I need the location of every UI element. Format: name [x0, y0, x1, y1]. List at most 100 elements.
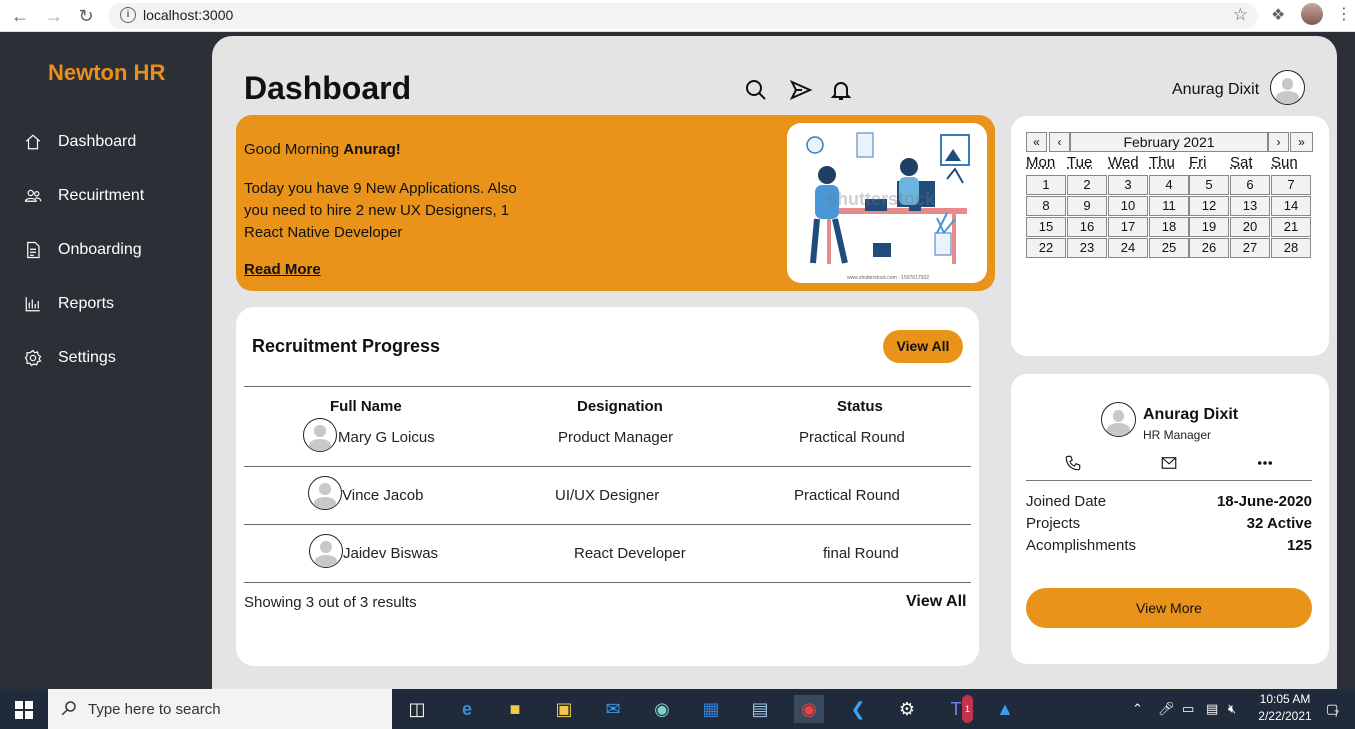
- calendar-day[interactable]: 5: [1189, 175, 1229, 195]
- taskbar-search[interactable]: Type here to search: [48, 689, 392, 729]
- calendar-day[interactable]: 27: [1230, 238, 1270, 258]
- network-icon[interactable]: ▤: [1206, 701, 1218, 717]
- camera-app-icon[interactable]: ◉: [647, 695, 677, 723]
- avatar-body: [1106, 423, 1131, 436]
- calendar-day[interactable]: 22: [1026, 238, 1066, 258]
- calendar-day[interactable]: 18: [1149, 217, 1189, 237]
- view-all-button[interactable]: View All: [883, 330, 963, 363]
- calendar-day[interactable]: 25: [1149, 238, 1189, 258]
- phone-icon[interactable]: [1064, 454, 1084, 474]
- mail-icon[interactable]: [1160, 454, 1180, 474]
- calendar-day[interactable]: 7: [1271, 175, 1311, 195]
- calendar-day[interactable]: 4: [1149, 175, 1189, 195]
- projects-value: 32 Active: [1246, 515, 1312, 532]
- calendar-day[interactable]: 6: [1230, 175, 1270, 195]
- task-view-icon[interactable]: ◫: [402, 695, 432, 723]
- more-options-icon[interactable]: [1256, 454, 1276, 474]
- windows-start-icon[interactable]: [15, 701, 33, 719]
- image-caption: www.shutterstock.com · 1507617932: [847, 275, 929, 281]
- store-icon[interactable]: ▣: [549, 695, 579, 723]
- send-icon[interactable]: [789, 78, 813, 102]
- url-text[interactable]: localhost:3000: [143, 7, 233, 23]
- brand-logo-text[interactable]: Newton HR: [48, 60, 165, 86]
- row-full-name: Jaidev Biswas: [343, 545, 439, 562]
- calendar-day[interactable]: 8: [1026, 196, 1066, 216]
- browser-menu-icon[interactable]: ⋮: [1336, 4, 1352, 24]
- calendar-day[interactable]: 28: [1271, 238, 1311, 258]
- profile-card: Anurag Dixit HR Manager Joined Date 18-J…: [1011, 374, 1329, 664]
- weekday-label: Sat: [1230, 154, 1253, 171]
- profile-role: HR Manager: [1143, 428, 1212, 442]
- notifications-icon[interactable]: ▢ 7: [1326, 701, 1339, 719]
- settings-app-icon[interactable]: ⚙: [892, 695, 922, 723]
- browser-profile-avatar[interactable]: [1301, 3, 1323, 25]
- results-count: Showing 3 out of 3 results: [244, 594, 417, 611]
- joined-date-label: Joined Date: [1026, 493, 1107, 510]
- vscode-icon[interactable]: ❮: [843, 695, 873, 723]
- chrome-icon[interactable]: ◉: [794, 695, 824, 723]
- sidebar-item-reports[interactable]: Reports: [24, 289, 114, 319]
- avatar-body: [308, 438, 332, 451]
- sidebar-item-dashboard[interactable]: Dashboard: [24, 127, 136, 157]
- column-header-full-name: Full Name: [330, 398, 402, 415]
- calendar-day[interactable]: 16: [1067, 217, 1107, 237]
- battery-icon[interactable]: ▭: [1182, 701, 1194, 717]
- calendar-day[interactable]: 24: [1108, 238, 1148, 258]
- calendar-day[interactable]: 3: [1108, 175, 1148, 195]
- back-arrow-icon[interactable]: ←: [8, 4, 32, 28]
- address-bar[interactable]: i localhost:3000 ☆: [108, 3, 1258, 29]
- calendar-day[interactable]: 11: [1149, 196, 1189, 216]
- reload-icon[interactable]: ↻: [74, 4, 98, 28]
- calendar-day[interactable]: 1: [1026, 175, 1066, 195]
- view-more-button[interactable]: View More: [1026, 588, 1312, 628]
- taskbar-search-placeholder[interactable]: Type here to search: [88, 701, 221, 718]
- volume-muted-icon[interactable]: 🔇︎: [1228, 701, 1236, 717]
- calendar-day[interactable]: 2: [1067, 175, 1107, 195]
- calendar-day[interactable]: 15: [1026, 217, 1066, 237]
- search-icon[interactable]: [744, 78, 768, 102]
- read-more-link[interactable]: Read More: [244, 261, 321, 278]
- tray-chevron-icon[interactable]: ⌃: [1132, 701, 1143, 717]
- calendar-day[interactable]: 13: [1230, 196, 1270, 216]
- forward-arrow-icon[interactable]: →: [42, 4, 66, 28]
- sidebar-item-settings[interactable]: Settings: [24, 343, 116, 373]
- sidebar-item-onboarding[interactable]: Onboarding: [24, 235, 142, 265]
- calendar-day[interactable]: 14: [1271, 196, 1311, 216]
- microphone-icon[interactable]: 🎤︎: [1158, 701, 1175, 717]
- calendar-day[interactable]: 20: [1230, 217, 1270, 237]
- divider: [244, 386, 971, 387]
- photos-icon[interactable]: ▲: [990, 695, 1020, 723]
- avatar-head: [1281, 78, 1294, 90]
- sidebar-item-recruitment[interactable]: Recuirtment: [24, 181, 144, 211]
- next-year-button[interactable]: »: [1290, 132, 1313, 152]
- file-explorer-icon[interactable]: ■: [500, 695, 530, 723]
- next-month-button[interactable]: ›: [1268, 132, 1289, 152]
- prev-month-button[interactable]: ‹: [1049, 132, 1070, 152]
- calendar-month-label[interactable]: February 2021: [1070, 132, 1268, 152]
- header-user-name[interactable]: Anurag Dixit: [1172, 81, 1259, 99]
- prev-year-button[interactable]: «: [1026, 132, 1047, 152]
- system-clock[interactable]: 10:05 AM 2/22/2021: [1254, 691, 1316, 725]
- extensions-puzzle-icon[interactable]: ❖: [1271, 5, 1285, 25]
- view-all-link[interactable]: View All: [906, 593, 966, 611]
- calendar-day[interactable]: 26: [1189, 238, 1229, 258]
- calendar-day[interactable]: 10: [1108, 196, 1148, 216]
- calendar-day[interactable]: 23: [1067, 238, 1107, 258]
- calendar-day[interactable]: 12: [1189, 196, 1229, 216]
- info-icon[interactable]: i: [120, 7, 136, 23]
- bell-icon[interactable]: [829, 78, 853, 102]
- outlook-icon[interactable]: ▦: [696, 695, 726, 723]
- sidebar-item-label: Reports: [58, 295, 115, 312]
- edge-browser-icon[interactable]: e: [452, 695, 482, 723]
- calendar-day[interactable]: 17: [1108, 217, 1148, 237]
- bookmark-star-icon[interactable]: ☆: [1233, 5, 1248, 25]
- calendar-day[interactable]: 19: [1189, 217, 1229, 237]
- calendar-day[interactable]: 21: [1271, 217, 1311, 237]
- welcome-banner: Good Morning Anurag! Today you have 9 Ne…: [236, 115, 995, 291]
- calendar-day[interactable]: 9: [1067, 196, 1107, 216]
- mail-app-icon[interactable]: ✉: [598, 695, 628, 723]
- notepad-icon[interactable]: ▤: [745, 695, 775, 723]
- row-divider: [244, 582, 971, 583]
- teams-icon[interactable]: T1: [941, 695, 973, 723]
- header-avatar[interactable]: [1270, 70, 1305, 105]
